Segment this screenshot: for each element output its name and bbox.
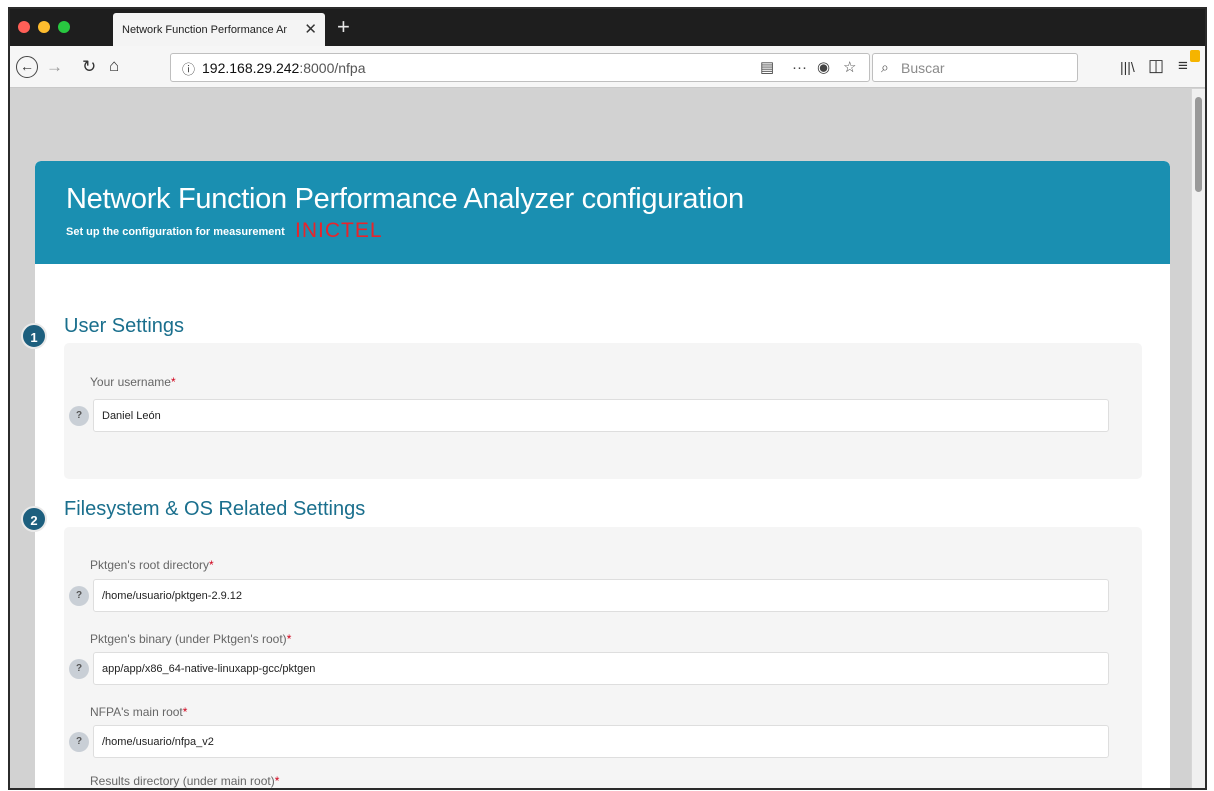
- card-header: Network Function Performance Analyzer co…: [35, 161, 1170, 264]
- pocket-icon[interactable]: ◉: [817, 58, 830, 76]
- forward-arrow-icon[interactable]: →: [46, 57, 63, 77]
- required-marker: *: [182, 705, 188, 719]
- pktgen-binary-input[interactable]: [93, 652, 1109, 685]
- search-bar[interactable]: ⌕: [872, 53, 1078, 82]
- username-input[interactable]: [93, 399, 1109, 432]
- field-label-text: Pktgen's root directory: [90, 558, 210, 572]
- menu-icon[interactable]: ≡: [1178, 56, 1188, 76]
- required-marker: *: [209, 558, 214, 572]
- navigation-bar: ← → ↻ ⌂ ⓘ 192.168.29.242:8000/nfpa ▤ ···…: [10, 46, 1205, 88]
- url-text[interactable]: 192.168.29.242:8000/nfpa: [202, 60, 366, 76]
- page-viewport: Network Function Performance Analyzer co…: [10, 89, 1195, 788]
- required-marker: *: [286, 632, 292, 646]
- section-number-badge: 1: [21, 323, 47, 349]
- plus-icon[interactable]: +: [337, 14, 350, 40]
- scrollbar-thumb[interactable]: [1195, 97, 1202, 192]
- required-marker: *: [274, 774, 280, 788]
- help-icon[interactable]: ?: [69, 586, 89, 606]
- info-icon[interactable]: ⓘ: [182, 59, 195, 78]
- more-actions-icon[interactable]: ···: [792, 59, 807, 76]
- field-label: NFPA's main root*: [90, 705, 187, 719]
- config-card: Network Function Performance Analyzer co…: [35, 161, 1170, 788]
- browser-tab[interactable]: Network Function Performance Ana ✕: [113, 13, 325, 46]
- back-arrow-icon[interactable]: ←: [16, 56, 38, 78]
- section-title-filesystem: Filesystem & OS Related Settings: [64, 498, 366, 520]
- vertical-scrollbar[interactable]: [1191, 89, 1205, 788]
- user-settings-panel: Your username* ?: [64, 343, 1142, 479]
- page-title: Network Function Performance Analyzer co…: [66, 183, 744, 215]
- field-label: Pktgen's root directory*: [90, 558, 214, 572]
- field-label: Results directory (under main root)*: [90, 774, 279, 788]
- close-window-button[interactable]: [18, 21, 30, 33]
- library-icon[interactable]: |||\: [1120, 57, 1135, 77]
- tab-strip: Network Function Performance Ana ✕ +: [10, 9, 1205, 46]
- field-label-text: Your username: [90, 375, 171, 389]
- tab-title: Network Function Performance Ana: [122, 24, 287, 36]
- close-icon[interactable]: ✕: [304, 20, 317, 38]
- brand-logo: INICTEL: [295, 219, 383, 242]
- pktgen-root-input[interactable]: [93, 579, 1109, 612]
- search-icon: ⌕: [881, 59, 889, 75]
- help-icon[interactable]: ?: [69, 659, 89, 679]
- section-number-badge: 2: [21, 506, 47, 532]
- bookmark-star-icon[interactable]: ☆: [843, 58, 856, 76]
- minimize-window-button[interactable]: [38, 21, 50, 33]
- reload-icon[interactable]: ↻: [82, 57, 96, 77]
- address-bar[interactable]: ⓘ 192.168.29.242:8000/nfpa ▤ ··· ◉ ☆: [170, 53, 870, 82]
- url-host: 192.168.29.242: [202, 60, 300, 76]
- field-label: Pktgen's binary (under Pktgen's root)*: [90, 632, 291, 646]
- sidebar-icon[interactable]: ◫: [1148, 56, 1164, 76]
- url-path: :8000/nfpa: [299, 60, 366, 76]
- field-label-text: Results directory (under main root): [90, 774, 275, 788]
- reader-view-icon[interactable]: ▤: [760, 58, 774, 76]
- page-subtitle: Set up the configuration for measurement: [66, 226, 285, 238]
- field-label-text: NFPA's main root: [90, 705, 183, 719]
- zoom-window-button[interactable]: [58, 21, 70, 33]
- search-input[interactable]: [901, 58, 1071, 77]
- field-label-text: Pktgen's binary (under Pktgen's root): [90, 632, 287, 646]
- help-icon[interactable]: ?: [69, 732, 89, 752]
- field-label: Your username*: [90, 375, 176, 389]
- required-marker: *: [170, 375, 176, 389]
- home-icon[interactable]: ⌂: [109, 56, 119, 76]
- filesystem-panel: Pktgen's root directory* ? Pktgen's bina…: [64, 527, 1142, 788]
- notification-badge: [1190, 50, 1200, 62]
- help-icon[interactable]: ?: [69, 406, 89, 426]
- section-title-user-settings: User Settings: [64, 315, 185, 337]
- browser-window: Network Function Performance Ana ✕ + ← →…: [8, 7, 1207, 790]
- nfpa-root-input[interactable]: [93, 725, 1109, 758]
